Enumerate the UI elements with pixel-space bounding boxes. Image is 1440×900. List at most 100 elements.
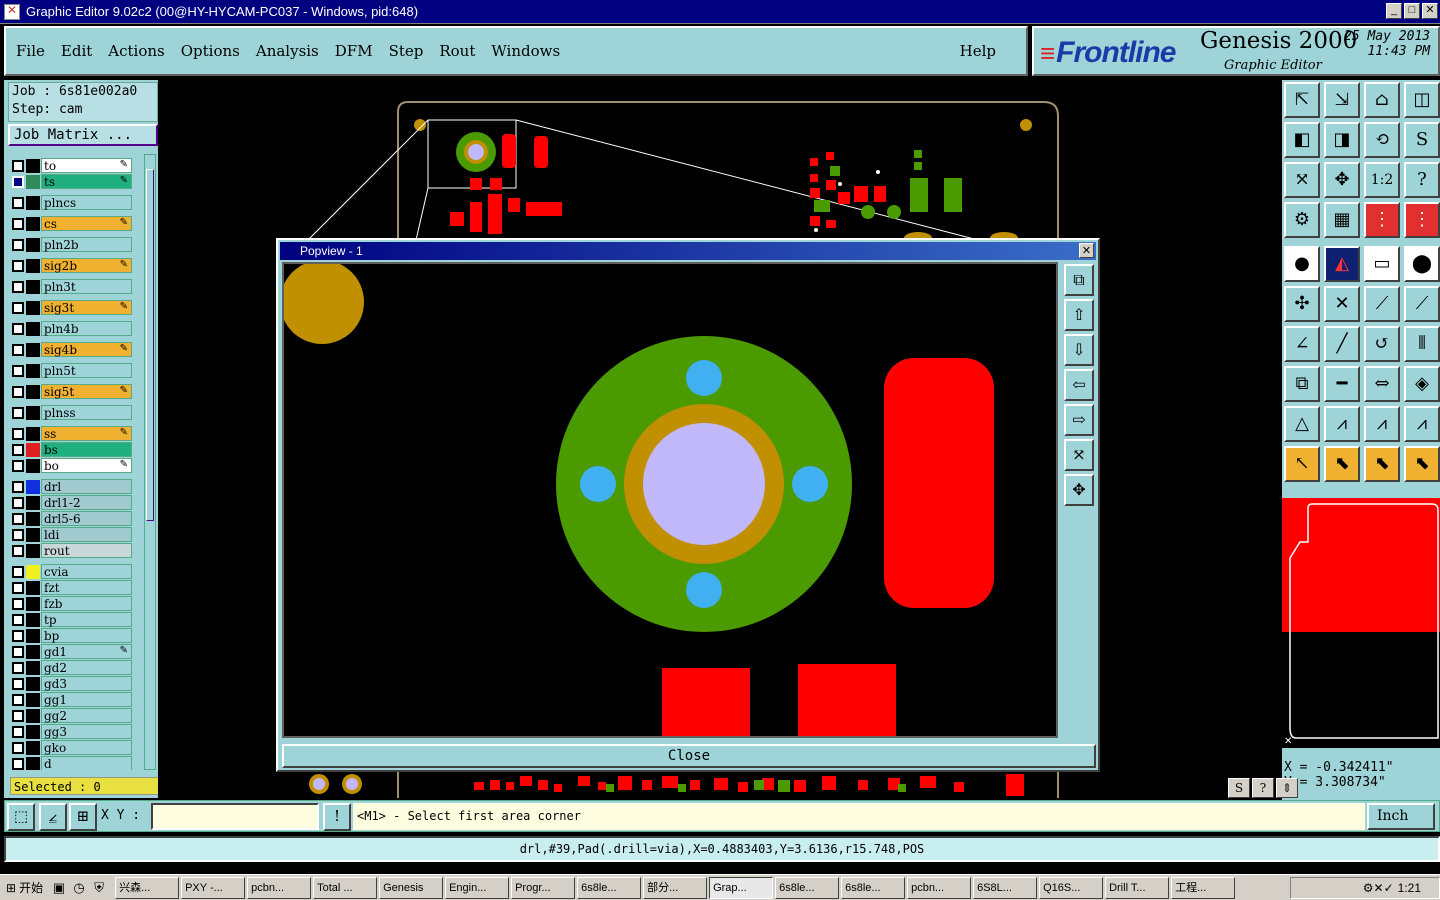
layer-name[interactable]: gd1 [41, 644, 132, 659]
taskbar-task[interactable]: Drill T... [1105, 876, 1170, 899]
taskbar-task[interactable]: Q16S... [1039, 876, 1104, 899]
layer-checkbox[interactable] [12, 629, 24, 642]
copy-icon[interactable]: ⧉ [1284, 366, 1320, 402]
layer-checkbox[interactable] [12, 364, 24, 377]
quicklaunch-desktop-icon[interactable]: ▣ [49, 878, 69, 898]
layer-name[interactable]: pln5t [41, 363, 132, 378]
menu-actions[interactable]: Actions [108, 42, 164, 60]
layer-name[interactable]: gg3 [41, 724, 132, 739]
layer-checkbox[interactable] [12, 322, 24, 335]
layer-name[interactable]: pln4b [41, 321, 132, 336]
split-line-icon[interactable]: ━ [1324, 366, 1360, 402]
grid-icon[interactable]: ▦ [1324, 202, 1360, 238]
unit-selector[interactable]: Inch [1367, 803, 1435, 830]
popview-pan-down-icon[interactable]: ⇩ [1064, 334, 1094, 366]
layer-name[interactable]: cs [41, 216, 132, 231]
layer-row-pln3t[interactable]: pln3t [10, 279, 132, 294]
layer-checkbox[interactable] [12, 443, 24, 456]
taskbar-task[interactable]: pcbn... [907, 876, 972, 899]
layer-checkbox[interactable] [12, 597, 24, 610]
layer-name[interactable]: drl5-6 [41, 511, 132, 526]
taskbar-task[interactable]: 6s8le... [577, 876, 642, 899]
popview-pan-left-icon[interactable]: ⇦ [1064, 369, 1094, 401]
layer-row-bp[interactable]: bp [10, 628, 132, 643]
layer-checkbox[interactable] [12, 343, 24, 356]
angle-icon[interactable]: ∠ [1284, 326, 1320, 362]
select-box-icon[interactable]: ⬉ [1324, 446, 1360, 482]
layer-checkbox[interactable] [12, 528, 24, 541]
layer-row-bo[interactable]: bo [10, 458, 132, 473]
taskbar-task[interactable]: 部分... [643, 876, 708, 899]
layer-name[interactable]: drl1-2 [41, 495, 132, 510]
layer-row-ss[interactable]: ss [10, 426, 132, 441]
layer-row-gko[interactable]: gko [10, 740, 132, 755]
exclamation-button[interactable]: ! [323, 803, 351, 831]
layer-name[interactable]: sig3t [41, 300, 132, 315]
line-end-icon[interactable]: ⟋ [1404, 286, 1440, 322]
popview-pan-right-icon[interactable]: ⇨ [1064, 404, 1094, 436]
layer-checkbox[interactable] [12, 661, 24, 674]
measure-icon[interactable]: ⚙ [1284, 202, 1320, 238]
popview-zoom-out-icon[interactable]: ⤧ [1064, 439, 1094, 471]
layer-name[interactable]: gd2 [41, 660, 132, 675]
layer-checkbox[interactable] [12, 613, 24, 626]
menu-help[interactable]: Help [960, 42, 996, 60]
layer-row-plncs[interactable]: plncs [10, 195, 132, 210]
add-surface-icon[interactable]: ◭ [1324, 246, 1360, 282]
job-matrix-button[interactable]: Job Matrix ... [8, 124, 158, 146]
layer-row-sig5t[interactable]: sig5t [10, 384, 132, 399]
layer-checkbox[interactable] [12, 725, 24, 738]
taskbar-task[interactable]: Engin... [445, 876, 510, 899]
delete-icon[interactable]: ✕ [1324, 286, 1360, 322]
layer-name[interactable]: to [41, 158, 132, 173]
layer-name[interactable]: gg2 [41, 708, 132, 723]
popview-canvas[interactable] [282, 262, 1058, 738]
taskbar-task[interactable]: 兴森... [115, 876, 180, 899]
layer-row-tp[interactable]: tp [10, 612, 132, 627]
layer-row-d[interactable]: d [10, 756, 132, 770]
menu-options[interactable]: Options [181, 42, 240, 60]
layer-checkbox[interactable] [12, 581, 24, 594]
menu-analysis[interactable]: Analysis [256, 42, 319, 60]
menu-file[interactable]: File [16, 42, 45, 60]
menu-dfm[interactable]: DFM [335, 42, 373, 60]
up-arrow-2-icon[interactable]: ⩘ [1364, 406, 1400, 442]
home-icon[interactable]: ⌂ [1364, 82, 1400, 118]
start-button[interactable]: ⊞ 开始 [0, 877, 49, 899]
layer-row-cvia[interactable]: cvia [10, 564, 132, 579]
menu-step[interactable]: Step [389, 42, 424, 60]
layer-row-fzt[interactable]: fzt [10, 580, 132, 595]
measure-mode-icon[interactable]: ⦤ [39, 803, 67, 831]
layer-checkbox[interactable] [12, 693, 24, 706]
layer-name[interactable]: plncs [41, 195, 132, 210]
quicklaunch-clock-icon[interactable]: ◷ [69, 878, 89, 898]
layer-name[interactable]: gko [41, 740, 132, 755]
menu-rout[interactable]: Rout [439, 42, 475, 60]
layer-checkbox[interactable] [12, 459, 24, 472]
layer-row-rout[interactable]: rout [10, 543, 132, 558]
layer-name[interactable]: sig4b [41, 342, 132, 357]
layer-checkbox[interactable] [12, 677, 24, 690]
up-arrow-3-icon[interactable]: ⩘ [1404, 406, 1440, 442]
help-icon[interactable]: ? [1404, 162, 1440, 198]
add-text-icon[interactable]: ▭ [1364, 246, 1400, 282]
close-window-button[interactable]: ✕ [1422, 3, 1438, 19]
layer-row-pln5t[interactable]: pln5t [10, 363, 132, 378]
layer-name[interactable]: rout [41, 543, 132, 558]
popview-titlebar[interactable]: Popview - 1 ✕ [280, 242, 1096, 260]
s-icon[interactable]: S [1228, 778, 1250, 798]
menu-windows[interactable]: Windows [491, 42, 560, 60]
layer-row-plnss[interactable]: plnss [10, 405, 132, 420]
layer-checkbox[interactable] [12, 385, 24, 398]
layer-name[interactable]: ldi [41, 527, 132, 542]
previous-view-icon[interactable]: ⟲ [1364, 122, 1400, 158]
layer-checkbox[interactable] [12, 709, 24, 722]
select-pointer-icon[interactable]: ↖ [1284, 446, 1320, 482]
window-split-icon[interactable]: ◫ [1404, 82, 1440, 118]
select-polygon-icon[interactable]: ⬉ [1404, 446, 1440, 482]
layer-checkbox[interactable] [12, 217, 24, 230]
flip-icon[interactable]: ⫴ [1404, 326, 1440, 362]
zoom-in-icon[interactable]: ✥ [1324, 162, 1360, 198]
layer-name[interactable]: bp [41, 628, 132, 643]
layer-checkbox[interactable] [12, 259, 24, 272]
